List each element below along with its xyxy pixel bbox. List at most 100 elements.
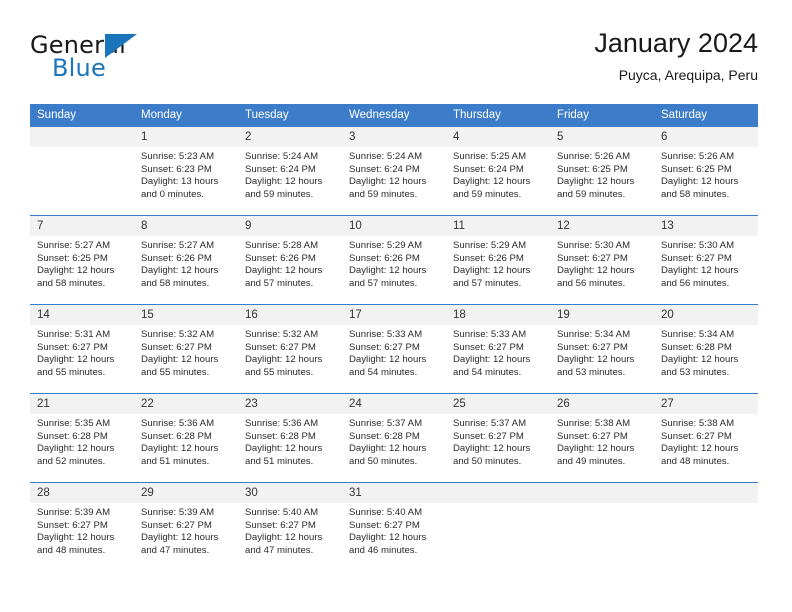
day-detail-line: and 47 minutes. xyxy=(141,544,210,556)
calendar-day-cell[interactable]: 22 Sunrise: 5:36 AM Sunset: 6:28 PM Dayligh… xyxy=(134,394,238,483)
day-detail-line: Sunset: 6:27 PM xyxy=(557,252,628,264)
day-number: 10 xyxy=(342,216,446,236)
general-blue-logo[interactable]: General Blue xyxy=(30,32,150,88)
day-detail-line: Sunset: 6:27 PM xyxy=(37,341,108,353)
calendar-day-cell[interactable]: 25 Sunrise: 5:37 AM Sunset: 6:27 PM Dayligh… xyxy=(446,394,550,483)
calendar-day-cell[interactable]: 11 Sunrise: 5:29 AM Sunset: 6:26 PM Dayligh… xyxy=(446,216,550,305)
calendar-header-row: Sunday Monday Tuesday Wednesday Thursday Frid… xyxy=(30,104,758,127)
calendar-day-cell[interactable]: 5 Sunrise: 5:26 AM Sunset: 6:25 PM Daylight… xyxy=(550,127,654,216)
day-detail-line: and 56 minutes. xyxy=(557,277,626,289)
day-number: 19 xyxy=(550,305,654,325)
calendar-day-cell[interactable]: 6 Sunrise: 5:26 AM Sunset: 6:25 PM Daylight… xyxy=(654,127,758,216)
calendar-day-cell[interactable]: 24 Sunrise: 5:37 AM Sunset: 6:28 PM Dayligh… xyxy=(342,394,446,483)
day-details: Sunrise: 5:24 AM Sunset: 6:24 PM Daylight:… xyxy=(342,147,446,201)
day-detail-line: and 59 minutes. xyxy=(245,188,314,200)
day-detail-line: Sunset: 6:24 PM xyxy=(349,163,420,175)
day-detail-line: Sunrise: 5:24 AM xyxy=(349,151,423,162)
weekday-header-cell: Thursday xyxy=(446,104,550,127)
calendar-day-cell[interactable]: 13 Sunrise: 5:30 AM Sunset: 6:27 PM Dayligh… xyxy=(654,216,758,305)
day-detail-line: Sunset: 6:27 PM xyxy=(557,430,628,442)
day-number: 9 xyxy=(238,216,342,236)
calendar-day-cell[interactable]: 30 Sunrise: 5:40 AM Sunset: 6:27 PM Dayligh… xyxy=(238,483,342,572)
calendar-day-cell[interactable]: 21 Sunrise: 5:35 AM Sunset: 6:28 PM Dayligh… xyxy=(30,394,134,483)
day-number: 22 xyxy=(134,394,238,414)
day-details: Sunrise: 5:31 AM Sunset: 6:27 PM Daylight:… xyxy=(30,325,134,379)
calendar-day-cell[interactable]: 12 Sunrise: 5:30 AM Sunset: 6:27 PM Dayligh… xyxy=(550,216,654,305)
calendar-day-cell[interactable]: 3 Sunrise: 5:24 AM Sunset: 6:24 PM Daylight… xyxy=(342,127,446,216)
day-detail-line: Daylight: 12 hours xyxy=(661,265,739,277)
day-detail-line: Daylight: 12 hours xyxy=(453,265,531,277)
day-number: 25 xyxy=(446,394,550,414)
day-number: 15 xyxy=(134,305,238,325)
day-details: Sunrise: 5:39 AM Sunset: 6:27 PM Daylight:… xyxy=(134,503,238,557)
day-detail-line: Sunset: 6:27 PM xyxy=(245,519,316,531)
weekday-header-cell: Monday xyxy=(134,104,238,127)
day-detail-line: Sunset: 6:27 PM xyxy=(557,341,628,353)
day-number: 31 xyxy=(342,483,446,503)
day-number: 28 xyxy=(30,483,134,503)
day-details: Sunrise: 5:36 AM Sunset: 6:28 PM Daylight:… xyxy=(238,414,342,468)
day-details: Sunrise: 5:23 AM Sunset: 6:23 PM Daylight:… xyxy=(134,147,238,201)
calendar-day-cell[interactable]: 27 Sunrise: 5:38 AM Sunset: 6:27 PM Dayligh… xyxy=(654,394,758,483)
day-detail-line: Sunrise: 5:38 AM xyxy=(661,418,735,429)
day-detail-line: Daylight: 12 hours xyxy=(245,354,323,366)
calendar-day-cell[interactable]: 15 Sunrise: 5:32 AM Sunset: 6:27 PM Dayligh… xyxy=(134,305,238,394)
day-number: 26 xyxy=(550,394,654,414)
day-details: Sunrise: 5:38 AM Sunset: 6:27 PM Daylight:… xyxy=(654,414,758,468)
day-detail-line: Sunrise: 5:40 AM xyxy=(349,507,423,518)
day-detail-line: Sunrise: 5:39 AM xyxy=(37,507,111,518)
day-details: Sunrise: 5:30 AM Sunset: 6:27 PM Daylight:… xyxy=(654,236,758,290)
calendar-day-cell[interactable]: 31 Sunrise: 5:40 AM Sunset: 6:27 PM Dayligh… xyxy=(342,483,446,572)
day-detail-line: and 56 minutes. xyxy=(661,277,730,289)
day-detail-line: Daylight: 12 hours xyxy=(661,443,739,455)
day-detail-line: Daylight: 12 hours xyxy=(349,443,427,455)
day-detail-line: Daylight: 13 hours xyxy=(141,176,219,188)
day-number: 16 xyxy=(238,305,342,325)
day-detail-line: Sunset: 6:23 PM xyxy=(141,163,212,175)
day-detail-line: Daylight: 12 hours xyxy=(245,532,323,544)
day-detail-line: Sunset: 6:26 PM xyxy=(141,252,212,264)
calendar-day-cell[interactable]: 26 Sunrise: 5:38 AM Sunset: 6:27 PM Dayligh… xyxy=(550,394,654,483)
day-detail-line: Sunrise: 5:36 AM xyxy=(245,418,319,429)
calendar-day-cell[interactable]: 10 Sunrise: 5:29 AM Sunset: 6:26 PM Dayligh… xyxy=(342,216,446,305)
day-detail-line: Daylight: 12 hours xyxy=(141,265,219,277)
calendar-day-cell[interactable]: 23 Sunrise: 5:36 AM Sunset: 6:28 PM Dayligh… xyxy=(238,394,342,483)
day-detail-line: Daylight: 12 hours xyxy=(557,176,635,188)
calendar-day-cell[interactable]: 1 Sunrise: 5:23 AM Sunset: 6:23 PM Daylight… xyxy=(134,127,238,216)
calendar-day-cell[interactable]: 18 Sunrise: 5:33 AM Sunset: 6:27 PM Dayligh… xyxy=(446,305,550,394)
calendar-day-cell[interactable]: 19 Sunrise: 5:34 AM Sunset: 6:27 PM Dayligh… xyxy=(550,305,654,394)
day-detail-line: Sunrise: 5:39 AM xyxy=(141,507,215,518)
day-number: 13 xyxy=(654,216,758,236)
calendar-day-cell[interactable]: 8 Sunrise: 5:27 AM Sunset: 6:26 PM Daylight… xyxy=(134,216,238,305)
calendar-week-row: 7 Sunrise: 5:27 AM Sunset: 6:25 PM Daylight… xyxy=(30,215,758,305)
day-detail-line: Sunset: 6:27 PM xyxy=(453,430,524,442)
calendar-day-cell[interactable]: 2 Sunrise: 5:24 AM Sunset: 6:24 PM Daylight… xyxy=(238,127,342,216)
calendar-day-cell[interactable]: 9 Sunrise: 5:28 AM Sunset: 6:26 PM Daylight… xyxy=(238,216,342,305)
calendar-day-cell[interactable]: 4 Sunrise: 5:25 AM Sunset: 6:24 PM Daylight… xyxy=(446,127,550,216)
day-details: Sunrise: 5:28 AM Sunset: 6:26 PM Daylight:… xyxy=(238,236,342,290)
day-detail-line: Sunrise: 5:33 AM xyxy=(453,329,527,340)
day-detail-line: Sunset: 6:27 PM xyxy=(661,252,732,264)
day-number: 11 xyxy=(446,216,550,236)
day-detail-line: Sunset: 6:27 PM xyxy=(141,341,212,353)
day-detail-line: Sunrise: 5:31 AM xyxy=(37,329,111,340)
day-details: Sunrise: 5:37 AM Sunset: 6:28 PM Daylight:… xyxy=(342,414,446,468)
day-detail-line: Sunset: 6:28 PM xyxy=(37,430,108,442)
day-detail-line: Sunset: 6:25 PM xyxy=(37,252,108,264)
calendar-day-cell[interactable]: 14 Sunrise: 5:31 AM Sunset: 6:27 PM Dayligh… xyxy=(30,305,134,394)
calendar-day-cell[interactable]: 20 Sunrise: 5:34 AM Sunset: 6:28 PM Dayligh… xyxy=(654,305,758,394)
day-number: 21 xyxy=(30,394,134,414)
calendar-day-cell[interactable]: 29 Sunrise: 5:39 AM Sunset: 6:27 PM Dayligh… xyxy=(134,483,238,572)
weekday-header-cell: Wednesday xyxy=(342,104,446,127)
calendar-day-cell[interactable]: 7 Sunrise: 5:27 AM Sunset: 6:25 PM Daylight… xyxy=(30,216,134,305)
calendar-day-cell[interactable]: 17 Sunrise: 5:33 AM Sunset: 6:27 PM Dayligh… xyxy=(342,305,446,394)
day-detail-line: and 55 minutes. xyxy=(37,366,106,378)
calendar-day-cell[interactable]: 28 Sunrise: 5:39 AM Sunset: 6:27 PM Dayligh… xyxy=(30,483,134,572)
day-detail-line: Sunrise: 5:28 AM xyxy=(245,240,319,251)
weekday-header-cell: Friday xyxy=(550,104,654,127)
calendar-week-row: 1 Sunrise: 5:23 AM Sunset: 6:23 PM Daylight… xyxy=(30,126,758,216)
day-details: Sunrise: 5:36 AM Sunset: 6:28 PM Daylight:… xyxy=(134,414,238,468)
day-detail-line: Sunrise: 5:29 AM xyxy=(349,240,423,251)
calendar-day-cell[interactable]: 16 Sunrise: 5:32 AM Sunset: 6:27 PM Dayligh… xyxy=(238,305,342,394)
day-detail-line: Daylight: 12 hours xyxy=(349,265,427,277)
